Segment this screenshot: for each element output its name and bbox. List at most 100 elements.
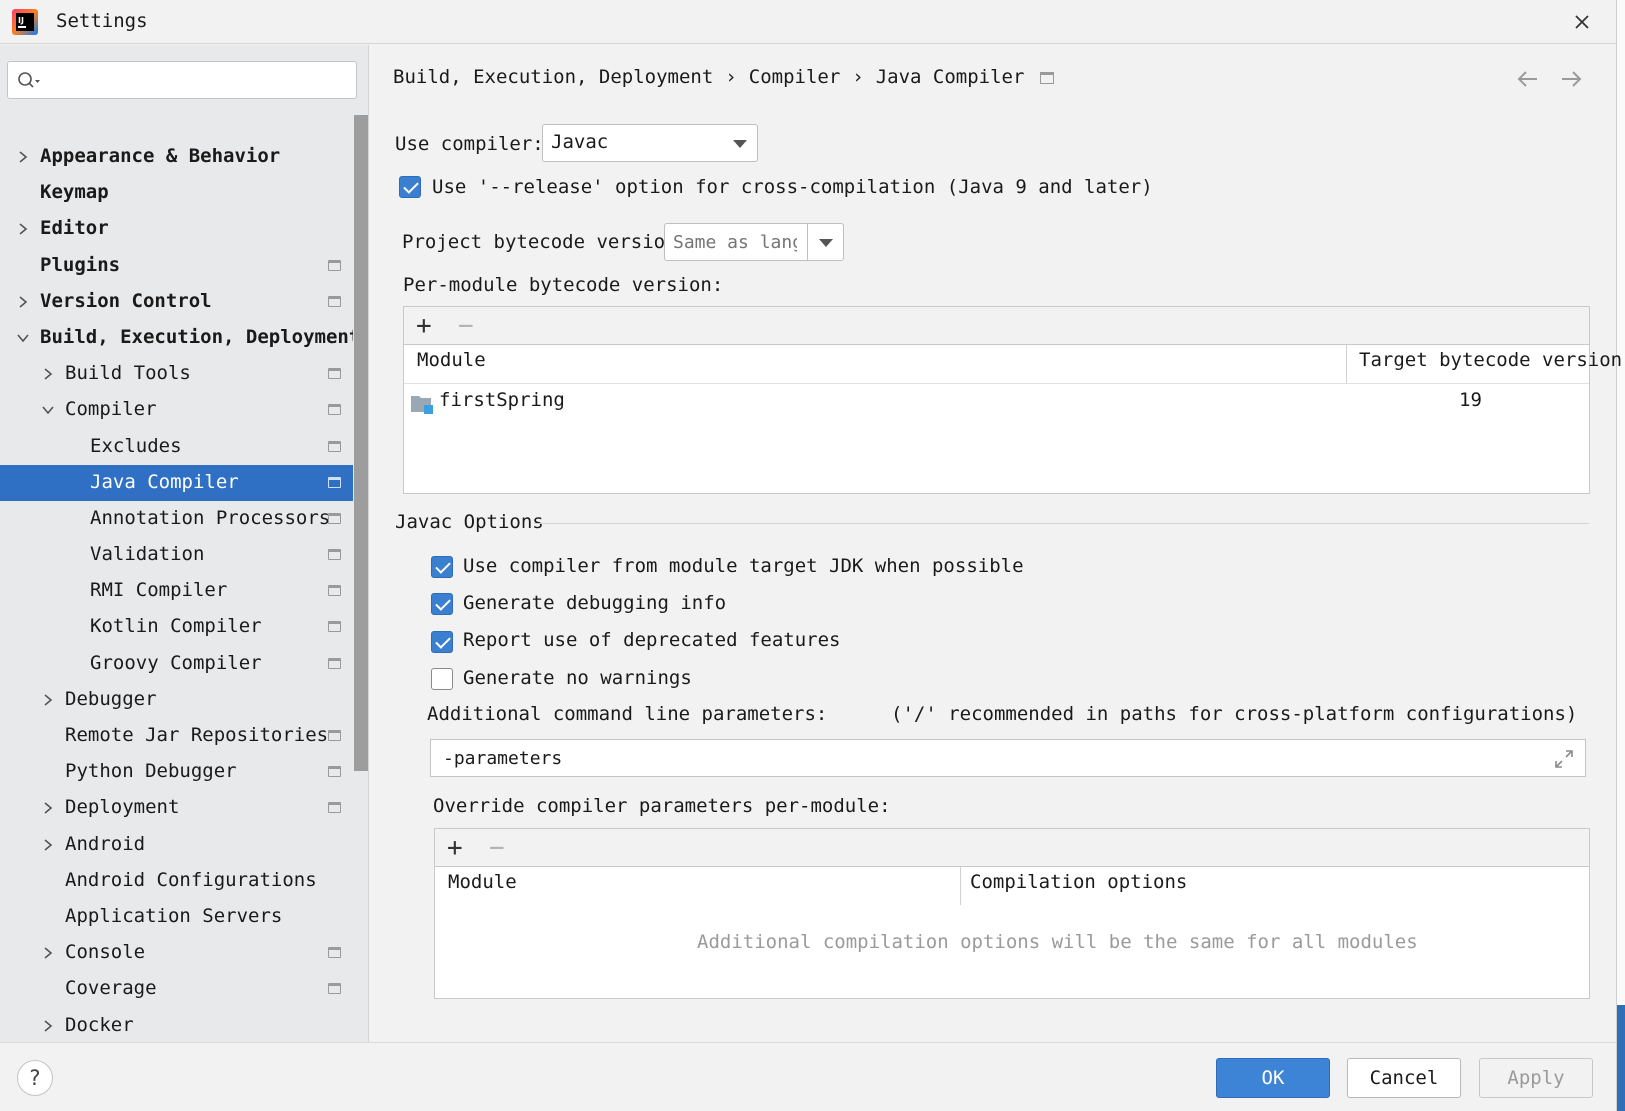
sidebar-item-label: Remote Jar Repositories (65, 724, 329, 746)
sidebar-item-label: Coverage (65, 977, 157, 1000)
project-bytecode-combobox[interactable] (664, 223, 844, 261)
expand-icon[interactable] (1553, 748, 1575, 770)
close-icon[interactable] (1568, 8, 1596, 36)
chevron-right-icon[interactable] (41, 1019, 55, 1033)
help-button[interactable]: ? (17, 1060, 53, 1096)
chevron-right-icon[interactable] (41, 693, 55, 707)
sidebar-scrollbar[interactable] (353, 115, 368, 1042)
breadcrumb: Build, Execution, Deployment › Compiler › Ja… (393, 66, 1055, 88)
debug-info-checkbox[interactable] (431, 593, 453, 615)
breadcrumb-item: Java Compiler (875, 66, 1025, 88)
chevron-right-icon[interactable] (16, 295, 30, 309)
search-box[interactable] (7, 61, 357, 99)
sidebar-item-label: Compiler (65, 398, 157, 421)
project-settings-icon (328, 657, 341, 669)
sidebar-item-build-tools[interactable]: Build Tools (0, 356, 368, 392)
breadcrumb-item: Build, Execution, Deployment (393, 66, 714, 88)
deprecated-checkbox[interactable] (431, 631, 453, 653)
ok-button[interactable]: OK (1216, 1058, 1330, 1098)
sidebar-item-deployment[interactable]: Deployment (0, 790, 368, 826)
sidebar-item-remote-jar-repositories[interactable]: Remote Jar Repositories (0, 718, 368, 754)
sidebar-item-label: Android Configurations (65, 868, 317, 891)
add-button[interactable]: + (447, 835, 463, 861)
additional-params-field[interactable] (430, 739, 1586, 777)
search-input[interactable] (52, 66, 347, 94)
sidebar-item-label: Editor (40, 217, 109, 240)
chevron-right-icon[interactable] (41, 367, 55, 381)
sidebar-item-android-configurations[interactable]: Android Configurations (0, 863, 368, 899)
sidebar-item-excludes[interactable]: Excludes (0, 429, 368, 465)
additional-params-input[interactable] (441, 746, 1521, 770)
chevron-right-icon[interactable] (41, 801, 55, 815)
project-bytecode-input[interactable] (671, 230, 799, 254)
sidebar-item-validation[interactable]: Validation (0, 537, 368, 573)
project-settings-icon (328, 730, 341, 741)
column-header-compilation-options[interactable]: Compilation options (970, 871, 1187, 893)
settings-tree: Appearance & Behavior Keymap Editor Plugins… (0, 139, 368, 1043)
sidebar-item-annotation-processors[interactable]: Annotation Processors (0, 501, 368, 537)
sidebar-item-groovy-compiler[interactable]: Groovy Compiler (0, 646, 368, 682)
remove-button[interactable]: − (489, 835, 505, 861)
sidebar-item-label: Build Tools (65, 362, 191, 385)
no-warnings-checkbox[interactable] (431, 668, 453, 690)
breadcrumb-item: Compiler (748, 66, 841, 88)
project-settings-icon (328, 766, 341, 778)
project-settings-icon (328, 983, 341, 995)
dropdown-caret-icon[interactable] (819, 239, 833, 247)
sidebar-item-label: Groovy Compiler (90, 651, 262, 674)
sidebar-item-build-execution-deployment[interactable]: Build, Execution, Deployment (0, 320, 368, 356)
add-button[interactable]: + (416, 313, 432, 339)
javac-options-title: Javac Options (395, 511, 544, 533)
window-edge (1616, 0, 1625, 1111)
chevron-right-icon[interactable] (41, 946, 55, 960)
use-compiler-label: Use compiler: (395, 133, 544, 155)
back-arrow-icon[interactable] (1515, 68, 1541, 90)
release-option-checkbox[interactable] (399, 176, 421, 198)
sidebar-item-debugger[interactable]: Debugger (0, 682, 368, 718)
sidebar-item-python-debugger[interactable]: Python Debugger (0, 754, 368, 790)
sidebar-item-label: Docker (65, 1013, 134, 1036)
project-settings-icon (328, 802, 341, 814)
apply-button[interactable]: Apply (1479, 1058, 1593, 1098)
table-row[interactable]: firstSpring 19 (404, 385, 1589, 421)
sidebar-item-coverage[interactable]: Coverage (0, 971, 368, 1007)
sidebar-item-editor[interactable]: Editor (0, 211, 368, 247)
cancel-button[interactable]: Cancel (1347, 1058, 1461, 1098)
forward-arrow-icon[interactable] (1558, 68, 1584, 90)
project-settings-icon (1040, 71, 1055, 84)
chevron-down-icon[interactable] (16, 331, 30, 345)
column-header-module[interactable]: Module (417, 349, 486, 371)
scrollbar-thumb[interactable] (354, 115, 368, 771)
sidebar-item-console[interactable]: Console (0, 935, 368, 971)
column-header-target-version[interactable]: Target bytecode version (1359, 349, 1622, 371)
sidebar-item-compiler[interactable]: Compiler (0, 392, 368, 428)
sidebar-item-label: Version Control (40, 289, 212, 312)
chevron-right-icon[interactable] (16, 222, 30, 236)
remove-button[interactable]: − (458, 313, 474, 339)
use-module-jdk-checkbox[interactable] (431, 556, 453, 578)
sidebar-item-keymap[interactable]: Keymap (0, 175, 368, 211)
sidebar-item-plugins[interactable]: Plugins (0, 248, 368, 284)
use-compiler-dropdown[interactable]: Javac (542, 124, 758, 162)
sidebar-item-label: Java Compiler (90, 470, 239, 493)
sidebar-item-rmi-compiler[interactable]: RMI Compiler (0, 573, 368, 609)
chevron-right-icon[interactable] (16, 150, 30, 164)
project-settings-icon (328, 585, 341, 597)
sidebar-item-android[interactable]: Android (0, 827, 368, 863)
target-version[interactable]: 19 (1459, 389, 1482, 411)
sidebar-item-version-control[interactable]: Version Control (0, 284, 368, 320)
column-header-module[interactable]: Module (448, 871, 517, 893)
dropdown-caret-icon (733, 140, 747, 148)
svg-text:IJ: IJ (18, 16, 24, 25)
sidebar-item-label: Validation (90, 543, 205, 566)
table-toolbar: + − (435, 829, 1589, 867)
sidebar-item-appearance-behavior[interactable]: Appearance & Behavior (0, 139, 368, 175)
chevron-right-icon[interactable] (41, 838, 55, 852)
sidebar-item-docker[interactable]: Docker (0, 1008, 368, 1043)
sidebar-item-application-servers[interactable]: Application Servers (0, 899, 368, 935)
sidebar-item-label: Deployment (65, 796, 180, 819)
sidebar-item-kotlin-compiler[interactable]: Kotlin Compiler (0, 609, 368, 645)
chevron-down-icon[interactable] (41, 403, 55, 417)
no-warnings-label: Generate no warnings (463, 667, 692, 689)
sidebar-item-java-compiler[interactable]: Java Compiler (0, 464, 368, 501)
